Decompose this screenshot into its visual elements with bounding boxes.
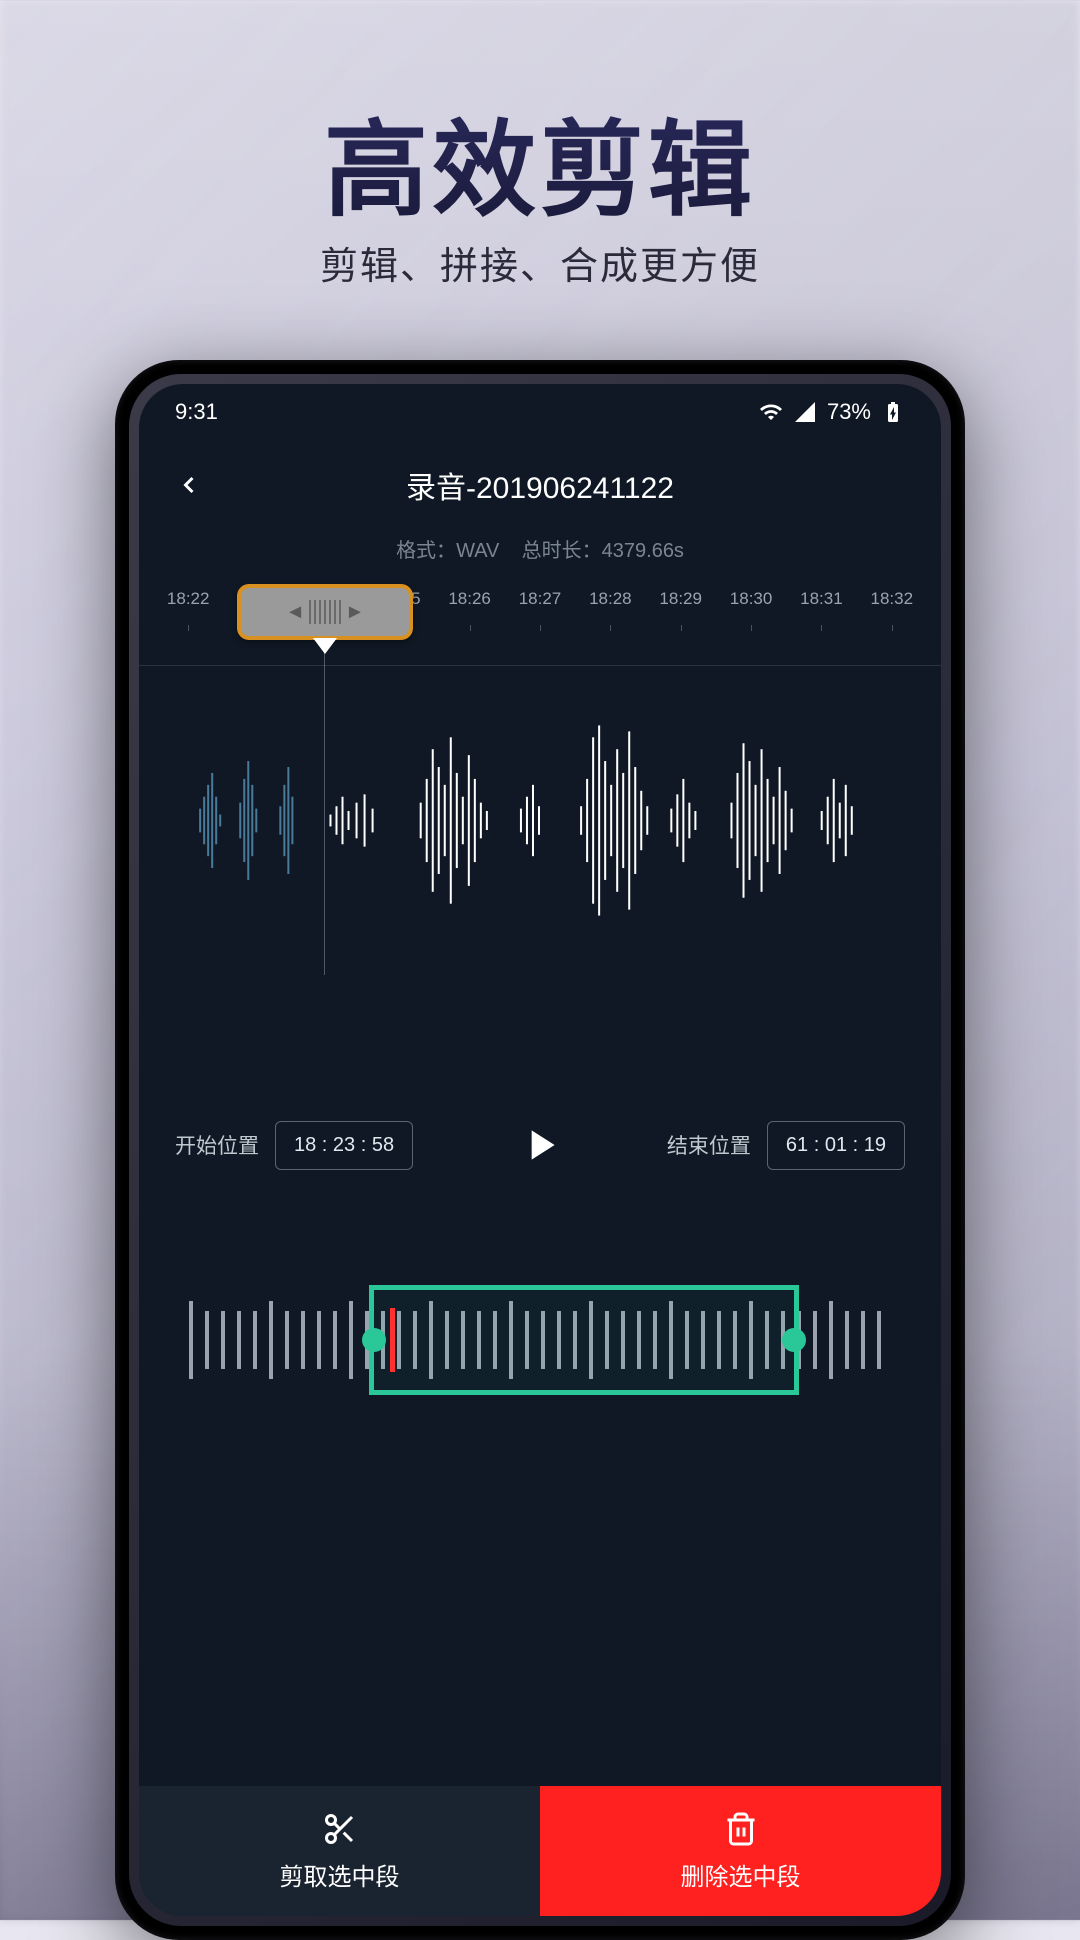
metadata-row: 格式：WAV 总时长：4379.66s — [139, 534, 941, 563]
tick: 18:27 — [505, 589, 575, 625]
tick: 18:29 — [646, 589, 716, 625]
delete-label: 删除选中段 — [681, 1857, 801, 1892]
battery-text: 73% — [827, 399, 871, 425]
scissors-icon — [322, 1811, 358, 1847]
format-value: WAV — [456, 540, 499, 562]
tick: 18:30 — [716, 589, 786, 625]
scrubber-right-arrow-icon: ► — [345, 601, 365, 624]
status-bar: 9:31 73% — [139, 384, 941, 440]
play-button[interactable] — [510, 1115, 570, 1175]
scrubber-handle[interactable]: ◄ ► — [237, 584, 413, 640]
tick: 18:32 — [857, 589, 927, 625]
signal-icon — [793, 400, 817, 424]
trash-icon — [723, 1811, 759, 1847]
tick: 18:22 — [153, 589, 223, 625]
trim-bar[interactable] — [139, 1275, 941, 1405]
wifi-icon — [759, 400, 783, 424]
duration-label: 总时长： — [522, 540, 602, 562]
waveform-area[interactable] — [139, 665, 941, 975]
format-label: 格式： — [396, 540, 456, 562]
tick: 18:26 — [434, 589, 504, 625]
end-position-label: 结束位置 — [667, 1130, 751, 1160]
promo-title: 高效剪辑 — [0, 85, 1080, 236]
end-position-group: 结束位置 61 : 01 : 19 — [667, 1121, 905, 1170]
screen-title: 录音-201906241122 — [139, 463, 941, 507]
trim-cursor[interactable] — [390, 1308, 395, 1372]
delete-button[interactable]: 删除选中段 — [540, 1786, 941, 1916]
playhead-line — [324, 626, 325, 975]
scrubber-left-arrow-icon: ◄ — [285, 601, 305, 624]
start-position-value[interactable]: 18 : 23 : 58 — [275, 1121, 413, 1170]
promo-subtitle: 剪辑、拼接、合成更方便 — [0, 235, 1080, 290]
play-icon — [515, 1120, 565, 1170]
trim-selection[interactable] — [369, 1285, 799, 1395]
start-position-label: 开始位置 — [175, 1130, 259, 1160]
tick: 18:31 — [786, 589, 856, 625]
phone-frame: 9:31 73% 录音-201906241122 格式：WAV 总时长：4379… — [115, 360, 965, 1940]
controls-row: 开始位置 18 : 23 : 58 结束位置 61 : 01 : 19 — [139, 1115, 941, 1175]
trim-handle-right[interactable] — [782, 1328, 806, 1352]
trim-handle-left[interactable] — [362, 1328, 386, 1352]
tick: 18:28 — [575, 589, 645, 625]
duration-value: 4379.66s — [602, 540, 684, 562]
battery-icon — [881, 400, 905, 424]
nav-bar: 录音-201906241122 — [139, 440, 941, 530]
end-position-value[interactable]: 61 : 01 : 19 — [767, 1121, 905, 1170]
scrubber-pointer-icon — [313, 638, 337, 654]
status-time: 9:31 — [175, 399, 218, 425]
start-position-group: 开始位置 18 : 23 : 58 — [175, 1121, 413, 1170]
waveform-icon — [139, 666, 941, 975]
phone-screen: 9:31 73% 录音-201906241122 格式：WAV 总时长：4379… — [139, 384, 941, 1916]
cut-label: 剪取选中段 — [280, 1857, 400, 1892]
cut-button[interactable]: 剪取选中段 — [139, 1786, 540, 1916]
bottom-actions: 剪取选中段 删除选中段 — [139, 1786, 941, 1916]
scrubber-grip-icon — [309, 600, 341, 624]
